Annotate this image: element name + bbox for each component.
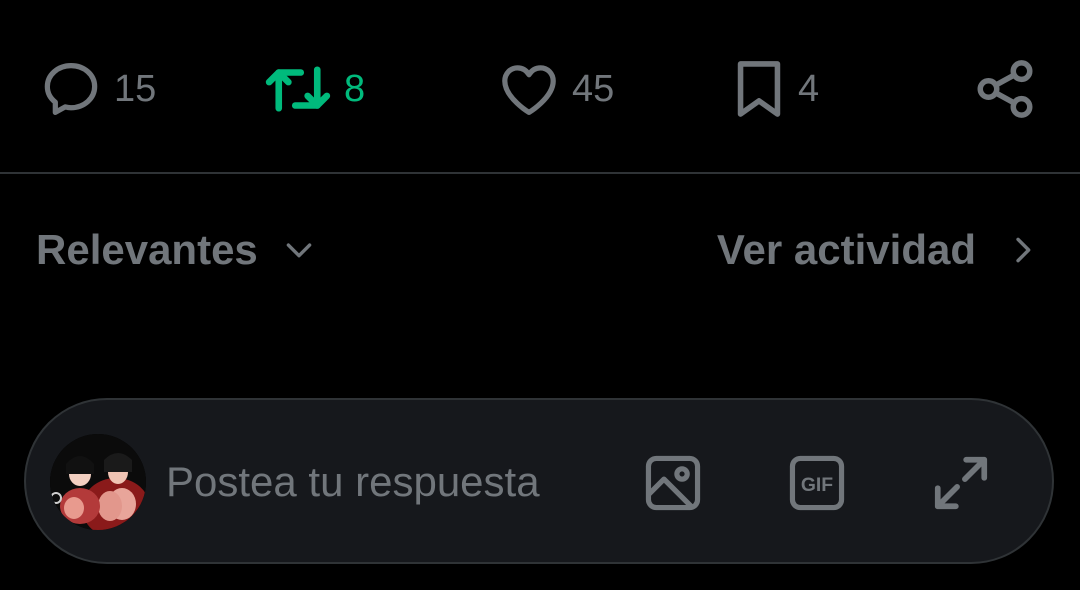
like-count: 45 (572, 68, 615, 110)
gif-label: GIF (801, 474, 833, 496)
avatar[interactable] (50, 434, 146, 530)
share-icon (977, 60, 1033, 118)
chevron-right-icon (1016, 237, 1031, 263)
reply-composer: GIF (24, 398, 1054, 564)
image-icon (645, 455, 701, 511)
reply-count: 15 (114, 68, 157, 110)
tweet-action-bar: 15 8 45 4 (0, 0, 1080, 172)
bookmark-icon (737, 61, 781, 117)
activity-label: Ver actividad (716, 226, 976, 273)
expand-composer-button[interactable] (930, 452, 992, 514)
replies-header: Relevantes Ver actividad (0, 210, 1080, 290)
add-gif-button[interactable]: GIF (786, 452, 848, 514)
repost-button[interactable]: 8 (262, 56, 365, 122)
chevron-down-icon (286, 243, 312, 258)
repost-count: 8 (344, 68, 366, 110)
bookmark-count: 4 (798, 68, 820, 110)
sort-replies-dropdown[interactable]: Relevantes (36, 210, 316, 290)
reply-button[interactable]: 15 (38, 56, 156, 122)
divider (0, 172, 1080, 174)
add-image-button[interactable] (642, 452, 704, 514)
sort-label: Relevantes (36, 226, 258, 273)
gif-icon: GIF (789, 455, 845, 511)
user-avatar (50, 434, 146, 530)
reply-bubble-icon (44, 63, 98, 115)
like-button[interactable]: 45 (496, 56, 614, 122)
bookmark-button[interactable]: 4 (730, 56, 819, 122)
repost-icon (265, 66, 331, 112)
view-activity-link[interactable]: Ver actividad (717, 210, 1040, 290)
share-button[interactable] (972, 56, 1038, 122)
expand-icon (934, 456, 988, 510)
reply-input[interactable] (166, 440, 606, 524)
heart-icon (502, 65, 556, 115)
